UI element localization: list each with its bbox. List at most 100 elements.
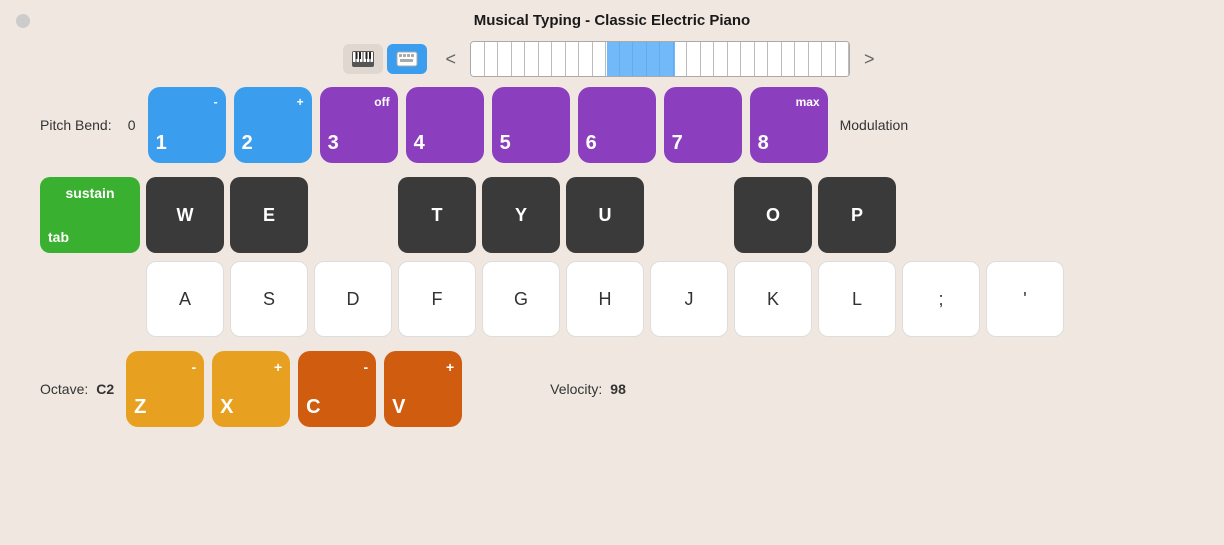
mini-key <box>525 42 539 76</box>
octave-row: Octave: C2 - Z + X - C + V Ve <box>40 351 1184 427</box>
octave-key-C-top: - <box>363 359 368 375</box>
mini-key <box>714 42 728 76</box>
mini-key <box>755 42 769 76</box>
piano-nav: < <box>439 41 880 77</box>
pitch-key-1[interactable]: - 1 <box>148 87 226 163</box>
sustain-key[interactable]: sustain tab <box>40 177 140 253</box>
mini-key <box>512 42 526 76</box>
modulation-label: Modulation <box>840 117 909 133</box>
octave-key-C[interactable]: - C <box>298 351 376 427</box>
mini-key <box>593 42 607 76</box>
pitch-key-3-bottom: 3 <box>328 132 339 155</box>
key-K[interactable]: K <box>734 261 812 337</box>
piano-view-button[interactable] <box>343 44 383 74</box>
mini-key <box>498 42 512 76</box>
black-key-row: sustain tab W E T Y U O P <box>40 177 1184 253</box>
key-D[interactable]: D <box>314 261 392 337</box>
pitch-bend-value: 0 <box>124 117 140 133</box>
key-O[interactable]: O <box>734 177 812 253</box>
pitch-key-1-top: - <box>214 95 218 109</box>
pitch-key-3-top: off <box>374 95 389 109</box>
keyboard-section: sustain tab W E T Y U O P <box>40 177 1184 337</box>
mini-key <box>606 42 620 76</box>
pitch-key-7[interactable]: 7 <box>664 87 742 163</box>
pitch-key-2[interactable]: + 2 <box>234 87 312 163</box>
pitch-key-5[interactable]: 5 <box>492 87 570 163</box>
mini-key <box>566 42 580 76</box>
mini-key <box>471 42 485 76</box>
key-U[interactable]: U <box>566 177 644 253</box>
key-J[interactable]: J <box>650 261 728 337</box>
key-apostrophe[interactable]: ' <box>986 261 1064 337</box>
key-W[interactable]: W <box>146 177 224 253</box>
octave-key-Z-top: - <box>191 359 196 375</box>
pitch-bend-label: Pitch Bend: <box>40 117 112 133</box>
mini-keyboard <box>470 41 850 77</box>
key-A[interactable]: A <box>146 261 224 337</box>
key-semicolon[interactable]: ; <box>902 261 980 337</box>
pitch-key-6[interactable]: 6 <box>578 87 656 163</box>
velocity-label: Velocity: <box>550 381 602 397</box>
pitch-key-2-bottom: 2 <box>242 132 253 155</box>
mini-key <box>836 42 850 76</box>
title-bar: Musical Typing - Classic Electric Piano <box>0 0 1224 37</box>
mini-key <box>741 42 755 76</box>
nav-right-button[interactable]: > <box>858 49 881 70</box>
mini-white-keys <box>471 42 849 76</box>
pitch-key-4-bottom: 4 <box>414 132 425 155</box>
key-spacer <box>902 177 980 253</box>
sustain-bottom-label: tab <box>48 229 69 245</box>
main-content: Pitch Bend: 0 - 1 + 2 off 3 4 <box>0 87 1224 545</box>
octave-key-V[interactable]: + V <box>384 351 462 427</box>
mini-key <box>822 42 836 76</box>
mini-key <box>728 42 742 76</box>
app-window: Musical Typing - Classic Electric Piano <box>0 0 1224 545</box>
octave-key-V-top: + <box>446 359 454 375</box>
nav-left-button[interactable]: < <box>439 49 462 70</box>
mini-key <box>539 42 553 76</box>
keyboard-icon <box>396 51 418 67</box>
mini-key <box>620 42 634 76</box>
key-H[interactable]: H <box>566 261 644 337</box>
octave-key-V-bottom: V <box>392 396 405 419</box>
mini-key <box>782 42 796 76</box>
key-spacer <box>650 177 728 253</box>
key-spacer <box>314 177 392 253</box>
octave-key-X[interactable]: + X <box>212 351 290 427</box>
key-T[interactable]: T <box>398 177 476 253</box>
octave-key-Z[interactable]: - Z <box>126 351 204 427</box>
pitch-key-8-top: max <box>796 95 820 109</box>
white-key-row: A S D F G H J K L ; ' <box>40 261 1184 337</box>
mini-key <box>687 42 701 76</box>
octave-key-Z-bottom: Z <box>134 396 146 419</box>
pitch-key-2-top: + <box>297 95 304 109</box>
mini-key <box>795 42 809 76</box>
octave-label: Octave: <box>40 381 88 397</box>
mini-key <box>768 42 782 76</box>
key-Y[interactable]: Y <box>482 177 560 253</box>
key-E[interactable]: E <box>230 177 308 253</box>
mini-key <box>647 42 661 76</box>
key-P[interactable]: P <box>818 177 896 253</box>
mini-key <box>674 42 688 76</box>
key-S[interactable]: S <box>230 261 308 337</box>
close-button[interactable] <box>16 14 30 28</box>
key-L[interactable]: L <box>818 261 896 337</box>
mini-key <box>633 42 647 76</box>
key-G[interactable]: G <box>482 261 560 337</box>
toolbar-icon-group <box>343 44 427 74</box>
pitch-key-3[interactable]: off 3 <box>320 87 398 163</box>
keyboard-view-button[interactable] <box>387 44 427 74</box>
mini-key <box>809 42 823 76</box>
pitch-key-4[interactable]: 4 <box>406 87 484 163</box>
pitch-key-5-bottom: 5 <box>500 132 511 155</box>
traffic-lights <box>16 14 30 33</box>
toolbar: < <box>0 37 1224 87</box>
pitch-key-8[interactable]: max 8 <box>750 87 828 163</box>
mini-key <box>552 42 566 76</box>
mini-key <box>660 42 674 76</box>
key-F[interactable]: F <box>398 261 476 337</box>
pitch-key-1-bottom: 1 <box>156 132 167 155</box>
pitch-key-7-bottom: 7 <box>672 132 683 155</box>
piano-icon <box>352 51 374 67</box>
